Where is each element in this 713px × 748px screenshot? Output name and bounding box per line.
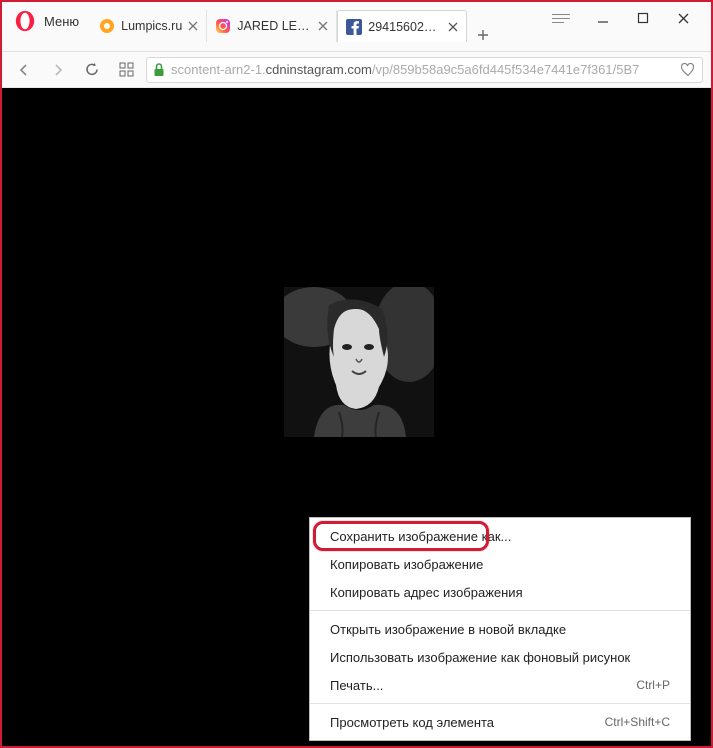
cm-copy-image[interactable]: Копировать изображение xyxy=(310,550,690,578)
instagram-favicon-icon xyxy=(215,18,231,34)
title-bar: Меню Lumpics.ru JARED LETO ( 29415602_67 xyxy=(0,0,713,52)
collapse-button[interactable] xyxy=(543,2,583,34)
tab-label: 29415602_67 xyxy=(368,20,442,34)
tab-label: JARED LETO ( xyxy=(237,19,312,33)
forward-button[interactable] xyxy=(44,56,72,84)
cm-use-as-wallpaper[interactable]: Использовать изображение как фоновый рис… xyxy=(310,643,690,671)
cm-separator xyxy=(310,610,690,611)
reload-button[interactable] xyxy=(78,56,106,84)
displayed-image[interactable] xyxy=(284,287,434,437)
address-bar: scontent-arn2-1.cdninstagram.com/vp/859b… xyxy=(0,52,713,88)
lumpics-favicon-icon xyxy=(99,18,115,34)
grid-icon xyxy=(119,62,134,77)
new-tab-button[interactable] xyxy=(467,28,499,42)
cm-print[interactable]: Печать...Ctrl+P xyxy=(310,671,690,699)
tab-instagram[interactable]: JARED LETO ( xyxy=(207,10,337,42)
tab-strip: Lumpics.ru JARED LETO ( 29415602_67 xyxy=(91,0,543,42)
close-icon[interactable] xyxy=(188,21,198,31)
cm-open-image-new-tab[interactable]: Открыть изображение в новой вкладке xyxy=(310,615,690,643)
minimize-button[interactable] xyxy=(583,2,623,34)
viewport: Сохранить изображение как... Копировать … xyxy=(2,88,711,746)
heart-icon[interactable] xyxy=(680,62,696,78)
cm-save-image-as[interactable]: Сохранить изображение как... xyxy=(310,522,690,550)
url-input[interactable]: scontent-arn2-1.cdninstagram.com/vp/859b… xyxy=(146,57,703,83)
photo-content-icon xyxy=(284,287,434,437)
cm-inspect-element[interactable]: Просмотреть код элементаCtrl+Shift+C xyxy=(310,708,690,736)
close-icon[interactable] xyxy=(448,22,458,32)
tab-facebook-cdn[interactable]: 29415602_67 xyxy=(337,10,467,42)
speed-dial-button[interactable] xyxy=(112,56,140,84)
minimize-icon xyxy=(597,12,609,24)
sidebar-toggle-icon xyxy=(552,14,570,23)
context-menu: Сохранить изображение как... Копировать … xyxy=(309,517,691,741)
lock-icon xyxy=(153,63,165,77)
menu-label: Меню xyxy=(44,14,79,29)
opera-logo-icon xyxy=(14,10,36,32)
maximize-button[interactable] xyxy=(623,2,663,34)
chevron-right-icon xyxy=(51,63,65,77)
close-window-button[interactable] xyxy=(663,2,703,34)
tab-lumpics[interactable]: Lumpics.ru xyxy=(91,10,207,42)
url-text: scontent-arn2-1.cdninstagram.com/vp/859b… xyxy=(171,62,674,77)
cm-separator xyxy=(310,703,690,704)
reload-icon xyxy=(85,62,100,77)
menu-button[interactable]: Меню xyxy=(0,0,91,32)
chevron-left-icon xyxy=(17,63,31,77)
plus-icon xyxy=(476,28,490,42)
window-controls xyxy=(543,0,713,34)
close-icon[interactable] xyxy=(318,21,328,31)
facebook-favicon-icon xyxy=(346,19,362,35)
back-button[interactable] xyxy=(10,56,38,84)
tab-label: Lumpics.ru xyxy=(121,19,182,33)
maximize-icon xyxy=(637,12,649,24)
close-icon xyxy=(677,12,690,25)
cm-copy-image-address[interactable]: Копировать адрес изображения xyxy=(310,578,690,606)
